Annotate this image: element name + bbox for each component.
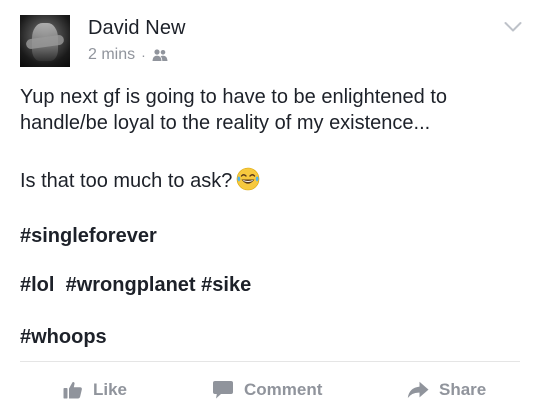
feed-post: David New 2 mins · Yup next gf is going …: [0, 0, 540, 419]
post-meta: 2 mins ·: [88, 46, 168, 64]
comment-button[interactable]: Comment: [212, 372, 322, 408]
divider: [20, 361, 520, 362]
hashtag-line-3: #whoops: [20, 324, 107, 350]
comment-icon: [213, 381, 233, 399]
face-with-tears-of-joy-icon: [236, 167, 260, 198]
post-line-2: handle/be loyal to the reality of my exi…: [20, 112, 431, 134]
share-icon: [407, 381, 429, 398]
share-label: Share: [439, 380, 487, 399]
hashtag-line-1: #singleforever: [20, 223, 157, 249]
share-button[interactable]: Share: [407, 372, 486, 408]
author-name[interactable]: David New: [88, 17, 186, 40]
post-actions: Like Comment Share: [0, 372, 540, 408]
chevron-down-icon[interactable]: [504, 21, 522, 33]
post-message: Yup next gf is going to have to be enlig…: [20, 84, 447, 136]
avatar[interactable]: [20, 15, 70, 67]
thumbs-up-icon: [63, 382, 82, 399]
like-label: Like: [93, 380, 128, 399]
hashtag-link[interactable]: #sike: [201, 274, 251, 296]
friends-icon[interactable]: [152, 48, 168, 62]
hashtag-line-2: #lol #wrongplanet #sike: [20, 272, 251, 298]
comment-label: Comment: [244, 380, 323, 399]
post-time[interactable]: 2 mins: [88, 46, 135, 64]
hashtag-link[interactable]: #whoops: [20, 326, 107, 348]
meta-separator: ·: [141, 47, 146, 63]
question-text: Is that too much to ask?: [20, 170, 233, 192]
hashtag-link[interactable]: #wrongplanet: [66, 274, 196, 296]
post-question: Is that too much to ask?: [20, 167, 260, 198]
like-button[interactable]: Like: [63, 372, 127, 408]
hashtag-link[interactable]: #singleforever: [20, 225, 157, 247]
hashtag-link[interactable]: #lol: [20, 274, 54, 296]
post-line-1: Yup next gf is going to have to be enlig…: [20, 86, 447, 108]
